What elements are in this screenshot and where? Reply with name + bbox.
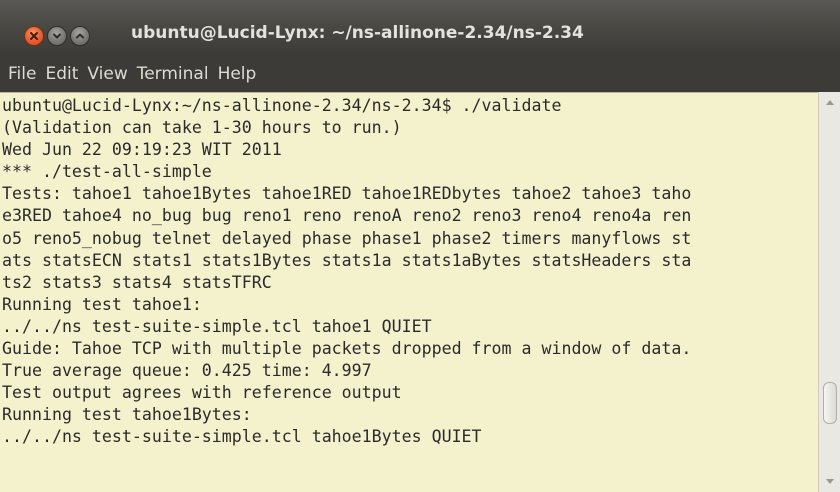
- terminal-line: o5 reno5_nobug telnet delayed phase phas…: [2, 228, 692, 248]
- terminal-line: *** ./test-all-simple: [2, 162, 212, 182]
- terminal-line: e3RED tahoe4 no_bug bug reno1 reno renoA…: [2, 206, 692, 226]
- terminal-line: ubuntu@Lucid-Lynx:~/ns-allinone-2.34/ns-…: [2, 96, 562, 115]
- terminal-line: ../../ns test-suite-simple.tcl tahoe1 QU…: [2, 316, 432, 336]
- terminal-line: Guide: Tahoe TCP with multiple packets d…: [2, 339, 692, 359]
- title-bar[interactable]: ubuntu@Lucid-Lynx: ~/ns-allinone-2.34/ns…: [0, 0, 840, 56]
- terminal-line: ats statsECN stats1 stats1Bytes stats1a …: [2, 250, 692, 270]
- terminal-line: Running test tahoe1Bytes:: [2, 405, 252, 425]
- terminal-window: ubuntu@Lucid-Lynx: ~/ns-allinone-2.34/ns…: [0, 0, 840, 492]
- minimize-icon: [53, 33, 61, 39]
- terminal-line: ts2 stats3 stats4 statsTFRC: [2, 272, 272, 292]
- scrollbar-thumb[interactable]: [823, 382, 837, 424]
- terminal-line: True average queue: 0.425 time: 4.997: [2, 361, 372, 381]
- menu-help[interactable]: Help: [214, 64, 261, 84]
- menu-file[interactable]: File: [4, 64, 40, 84]
- terminal-line: Tests: tahoe1 tahoe1Bytes tahoe1RED taho…: [2, 184, 692, 204]
- terminal-line: Wed Jun 22 09:19:23 WIT 2011: [2, 140, 282, 160]
- menu-edit[interactable]: Edit: [41, 64, 82, 84]
- terminal-line: Running test tahoe1:: [2, 294, 202, 314]
- scroll-down-arrow-icon[interactable]: [826, 479, 834, 484]
- close-icon: [30, 32, 38, 40]
- minimize-button[interactable]: [47, 26, 67, 46]
- menu-bar: File Edit View Terminal Help: [0, 56, 840, 92]
- terminal-line: ../../ns test-suite-simple.tcl tahoe1Byt…: [2, 427, 482, 447]
- menu-view[interactable]: View: [83, 64, 131, 84]
- close-button[interactable]: [24, 26, 44, 46]
- maximize-button[interactable]: [70, 26, 90, 46]
- scroll-up-arrow-icon[interactable]: [826, 100, 834, 105]
- terminal-line: Test output agrees with reference output: [2, 383, 402, 403]
- menu-terminal[interactable]: Terminal: [133, 64, 213, 84]
- terminal-line: (Validation can take 1-30 hours to run.): [2, 118, 402, 138]
- window-controls: [24, 26, 90, 46]
- maximize-icon: [76, 33, 84, 39]
- terminal-output[interactable]: ubuntu@Lucid-Lynx:~/ns-allinone-2.34/ns-…: [0, 92, 818, 492]
- window-title: ubuntu@Lucid-Lynx: ~/ns-allinone-2.34/ns…: [131, 23, 584, 43]
- vertical-scrollbar[interactable]: [818, 92, 840, 492]
